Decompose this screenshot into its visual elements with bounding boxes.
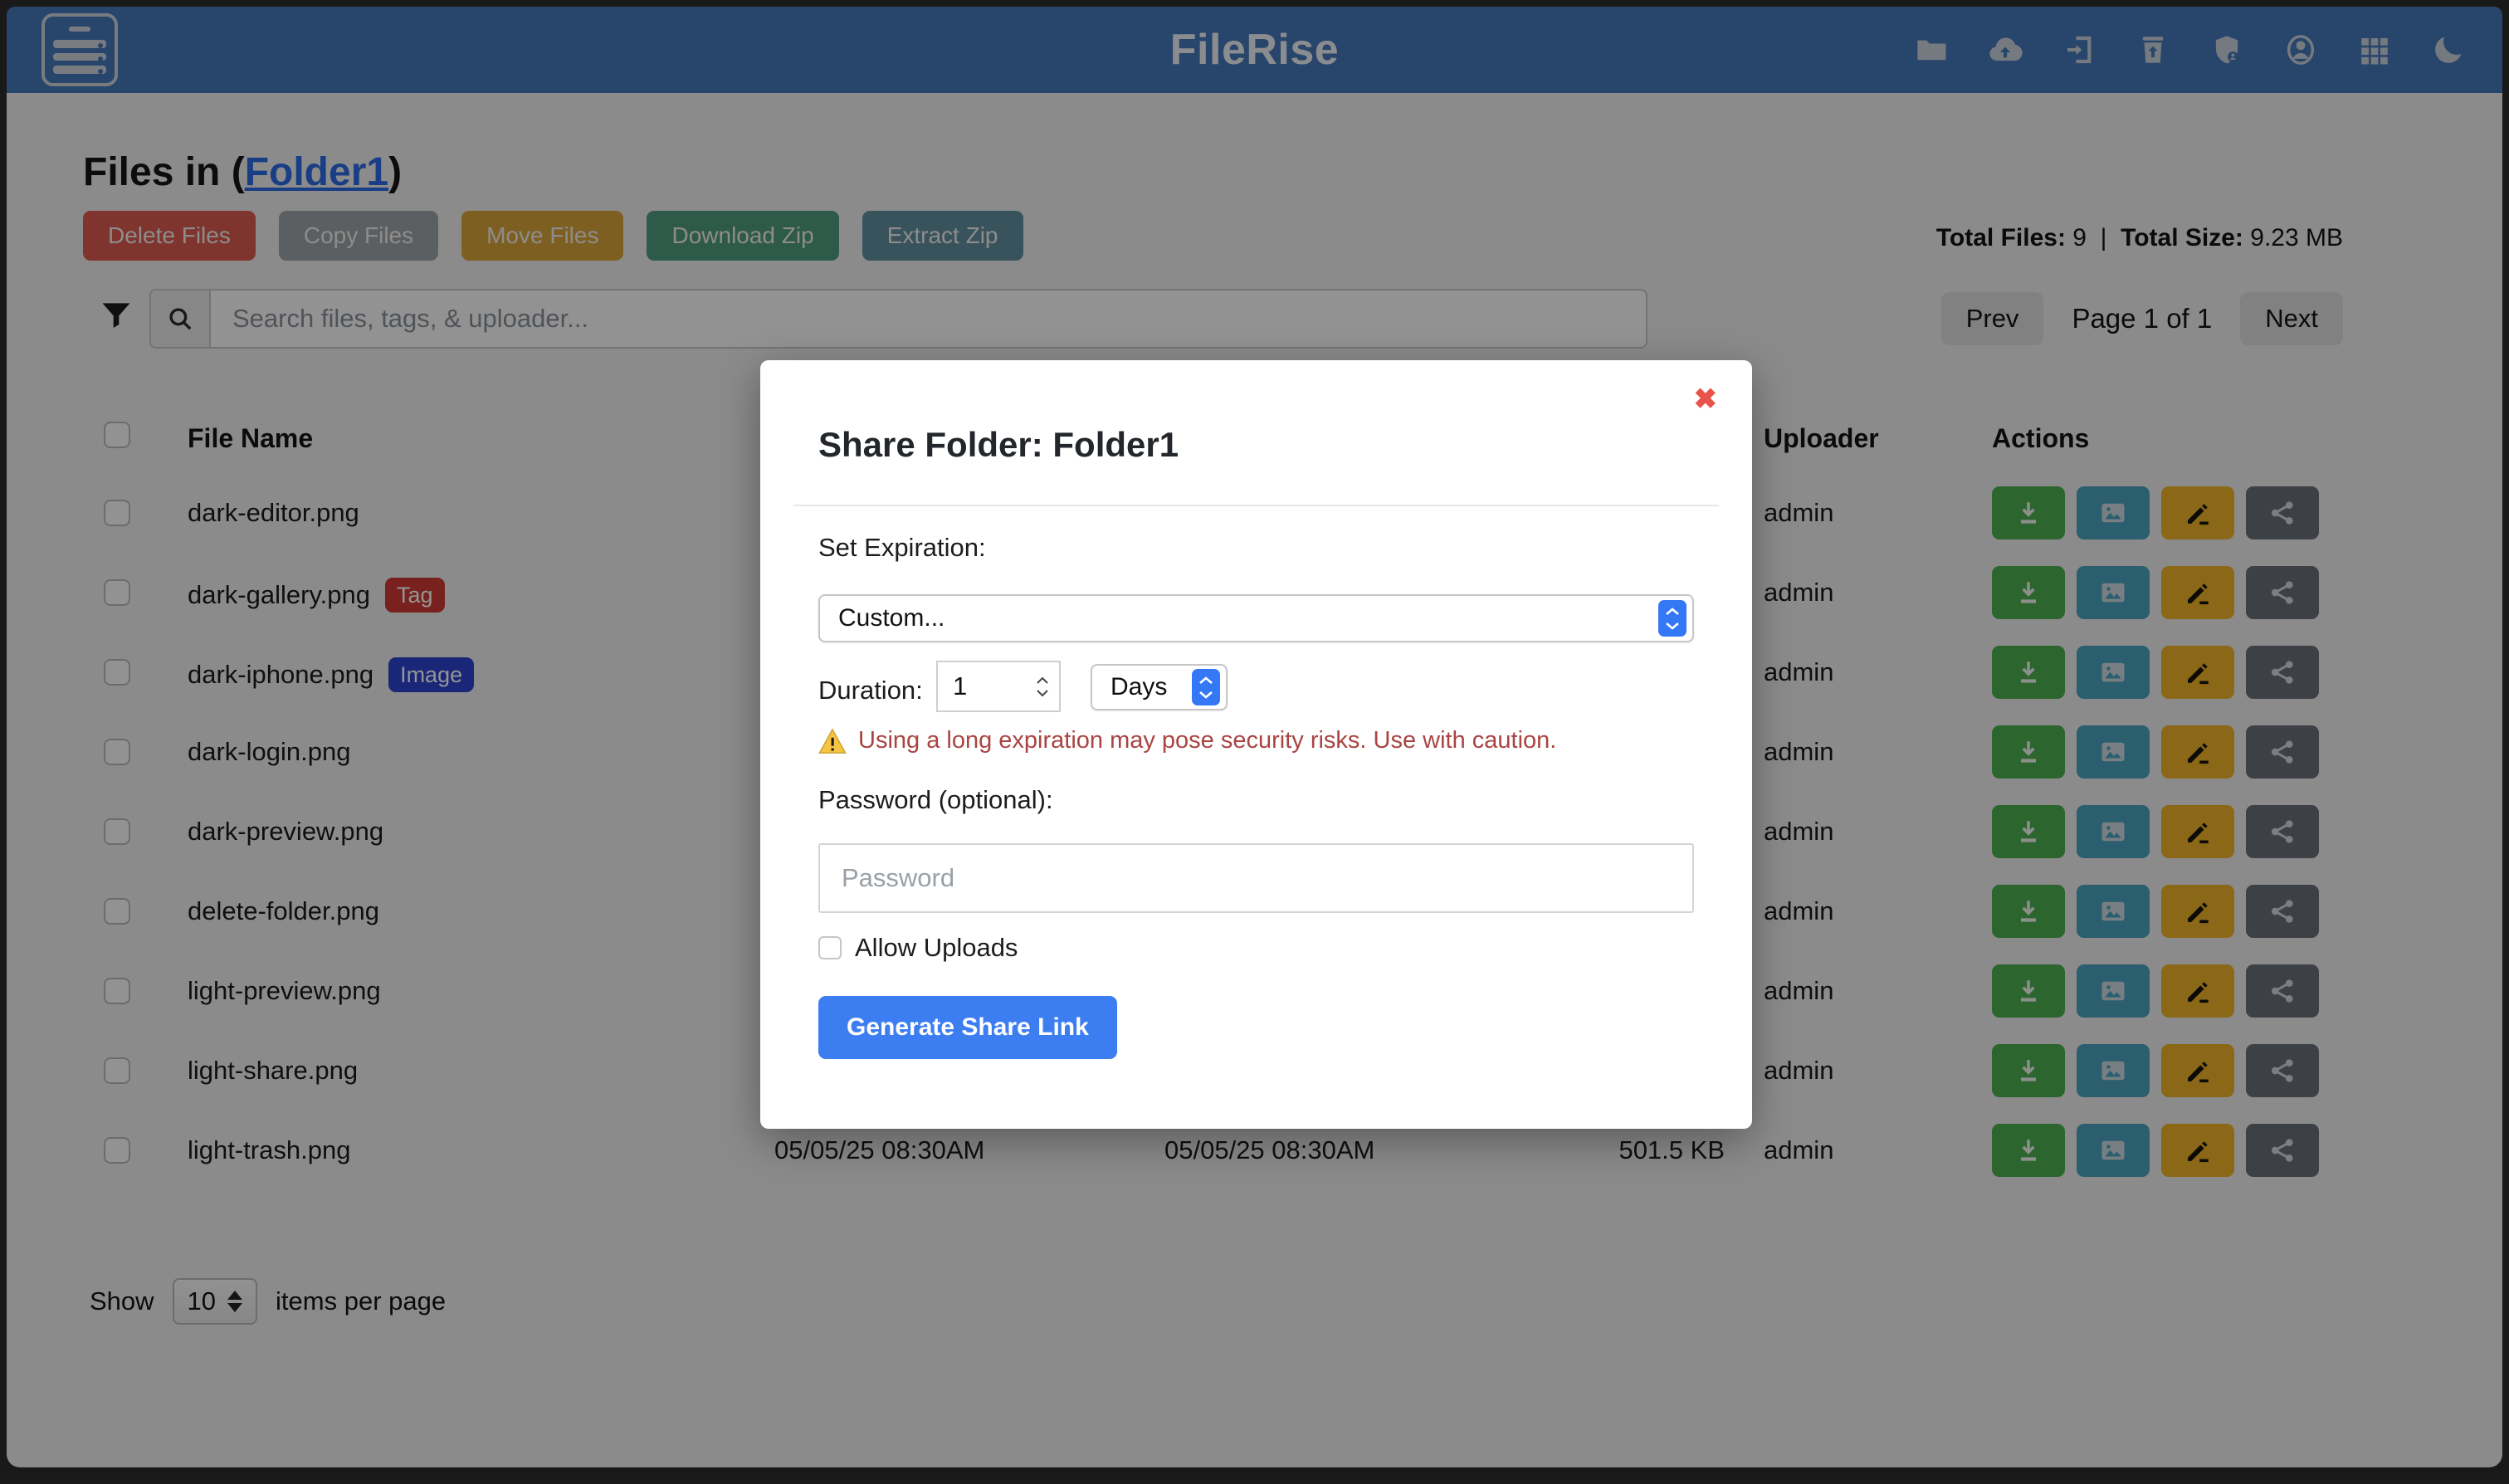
allow-uploads-row: Allow Uploads (818, 933, 1018, 963)
divider (793, 505, 1719, 506)
expiration-select[interactable]: Custom... (818, 594, 1694, 642)
duration-number-input[interactable]: 1 (936, 661, 1061, 712)
duration-unit-select[interactable]: Days (1091, 664, 1228, 710)
close-modal-button[interactable]: ✖ (1689, 382, 1723, 417)
warning-text: Using a long expiration may pose securit… (858, 727, 1556, 754)
duration-value: 1 (938, 671, 1036, 701)
warning-icon (818, 728, 847, 754)
select-stepper-icon (1192, 669, 1220, 705)
filerise-app: FileRise (0, 0, 2509, 1484)
expiration-selected-value: Custom... (820, 604, 1658, 632)
allow-uploads-checkbox[interactable] (818, 936, 842, 959)
expiration-label: Set Expiration: (818, 533, 986, 563)
duration-unit-value: Days (1092, 673, 1192, 701)
select-stepper-icon (1658, 600, 1686, 637)
modal-title: Share Folder: Folder1 (818, 425, 1179, 465)
number-spinner-icon[interactable] (1036, 676, 1059, 697)
share-password-input[interactable] (818, 843, 1694, 913)
duration-label: Duration: (818, 676, 923, 705)
generate-share-link-button[interactable]: Generate Share Link (818, 996, 1117, 1059)
expiration-warning: Using a long expiration may pose securit… (818, 727, 1556, 754)
allow-uploads-label: Allow Uploads (855, 933, 1018, 963)
share-folder-modal: ✖ Share Folder: Folder1 Set Expiration: … (760, 360, 1752, 1129)
password-label: Password (optional): (818, 785, 1053, 815)
